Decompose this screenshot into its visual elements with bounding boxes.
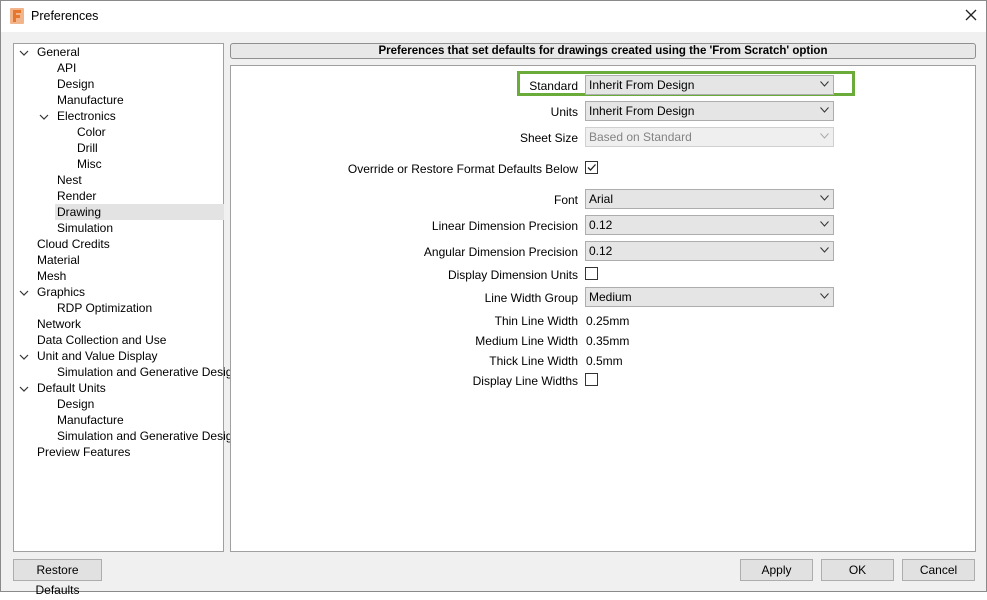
display-dim-units-checkbox[interactable]: [585, 267, 598, 280]
linear-precision-dropdown[interactable]: 0.12: [585, 215, 834, 235]
override-defaults-checkbox[interactable]: [585, 161, 598, 174]
tree-item-graphics[interactable]: Graphics: [37, 284, 85, 300]
checkmark-icon: [587, 164, 596, 171]
tree-item-general[interactable]: General: [37, 44, 80, 60]
title-bar: Preferences: [1, 1, 986, 32]
standard-dropdown[interactable]: Inherit From Design: [585, 75, 834, 95]
thin-line-width-label: Thin Line Width: [494, 314, 578, 328]
tree-item-api[interactable]: API: [57, 60, 76, 76]
close-icon[interactable]: [963, 7, 979, 23]
font-label: Font: [553, 193, 578, 207]
dropdown-arrow-icon: [820, 293, 829, 299]
tree-item-rdp-optimization[interactable]: RDP Optimization: [57, 300, 152, 316]
linear-precision-value: 0.12: [589, 218, 613, 232]
display-line-widths-label: Display Line Widths: [472, 374, 578, 388]
tree-item-render[interactable]: Render: [57, 188, 96, 204]
chevron-down-icon[interactable]: [19, 48, 29, 58]
thick-line-width-value: 0.5mm: [586, 354, 623, 368]
tree-item-mesh[interactable]: Mesh: [37, 268, 66, 284]
font-dropdown[interactable]: Arial: [585, 189, 834, 209]
tree-item-drawing[interactable]: Drawing: [55, 204, 224, 220]
tree-item-cloud-credits[interactable]: Cloud Credits: [37, 236, 110, 252]
units-value: Inherit From Design: [589, 104, 695, 118]
dropdown-arrow-icon: [820, 221, 829, 227]
ok-button[interactable]: OK: [821, 559, 894, 581]
standard-value: Inherit From Design: [589, 78, 695, 92]
tree-item-simulation[interactable]: Simulation: [57, 220, 113, 236]
dropdown-arrow-icon: [820, 81, 829, 87]
tree-item-color[interactable]: Color: [77, 124, 106, 140]
preferences-dialog: Preferences General API Design Manufactu…: [0, 0, 987, 597]
chevron-down-icon[interactable]: [19, 352, 29, 362]
tree-item-nest[interactable]: Nest: [57, 172, 82, 188]
override-defaults-label: Override or Restore Format Defaults Belo…: [347, 162, 578, 176]
tree-item-electronics[interactable]: Electronics: [57, 108, 116, 124]
line-width-group-dropdown[interactable]: Medium: [585, 287, 834, 307]
tree-item-units-manufacture[interactable]: Manufacture: [57, 412, 124, 428]
preferences-tree[interactable]: General API Design Manufacture Electroni…: [13, 43, 239, 552]
line-width-group-value: Medium: [589, 290, 632, 304]
dropdown-arrow-icon: [820, 107, 829, 113]
display-line-widths-checkbox[interactable]: [585, 373, 598, 386]
section-header: Preferences that set defaults for drawin…: [230, 43, 976, 59]
chevron-down-icon[interactable]: [19, 384, 29, 394]
tree-item-data-collection[interactable]: Data Collection and Use: [37, 332, 166, 348]
tree-item-misc[interactable]: Misc: [77, 156, 102, 172]
window-title: Preferences: [31, 9, 99, 23]
tree-item-default-units[interactable]: Default Units: [37, 380, 106, 396]
cancel-button[interactable]: Cancel: [902, 559, 975, 581]
medium-line-width-label: Medium Line Width: [475, 334, 578, 348]
dropdown-arrow-icon: [820, 195, 829, 201]
restore-defaults-button[interactable]: Restore Defaults: [13, 559, 102, 597]
standard-label: Standard: [529, 79, 578, 93]
tree-item-preview-features[interactable]: Preview Features: [37, 444, 130, 460]
thick-line-width-label: Thick Line Width: [489, 354, 578, 368]
tree-item-manufacture[interactable]: Manufacture: [57, 92, 124, 108]
display-dim-units-label: Display Dimension Units: [447, 268, 578, 282]
line-width-group-label: Line Width Group: [484, 291, 578, 305]
angular-precision-dropdown[interactable]: 0.12: [585, 241, 834, 261]
sheet-size-dropdown[interactable]: Based on Standard: [585, 127, 834, 147]
angular-precision-value: 0.12: [589, 244, 613, 258]
tree-item-drill[interactable]: Drill: [77, 140, 98, 156]
tree-item-units-design[interactable]: Design: [57, 396, 94, 412]
sheet-size-label: Sheet Size: [519, 131, 578, 145]
tree-item-sim-gen-design[interactable]: Simulation and Generative Design: [57, 364, 239, 380]
fusion-app-icon: [10, 8, 24, 24]
medium-line-width-value: 0.35mm: [586, 334, 630, 348]
units-label: Units: [550, 105, 578, 119]
dropdown-arrow-icon: [820, 133, 829, 139]
linear-precision-label: Linear Dimension Precision: [431, 219, 578, 233]
chevron-down-icon[interactable]: [19, 288, 29, 298]
apply-button[interactable]: Apply: [740, 559, 813, 581]
tree-item-unit-value-display[interactable]: Unit and Value Display: [37, 348, 158, 364]
tree-item-network[interactable]: Network: [37, 316, 81, 332]
tree-item-units-sim-gen-design[interactable]: Simulation and Generative Design: [57, 428, 239, 444]
font-value: Arial: [589, 192, 614, 206]
tree-item-design[interactable]: Design: [57, 76, 94, 92]
thin-line-width-value: 0.25mm: [586, 314, 630, 328]
angular-precision-label: Angular Dimension Precision: [423, 245, 578, 259]
sheet-size-value: Based on Standard: [589, 130, 692, 144]
tree-item-material[interactable]: Material: [37, 252, 80, 268]
units-dropdown[interactable]: Inherit From Design: [585, 101, 834, 121]
chevron-down-icon[interactable]: [39, 112, 49, 122]
dropdown-arrow-icon: [820, 247, 829, 253]
